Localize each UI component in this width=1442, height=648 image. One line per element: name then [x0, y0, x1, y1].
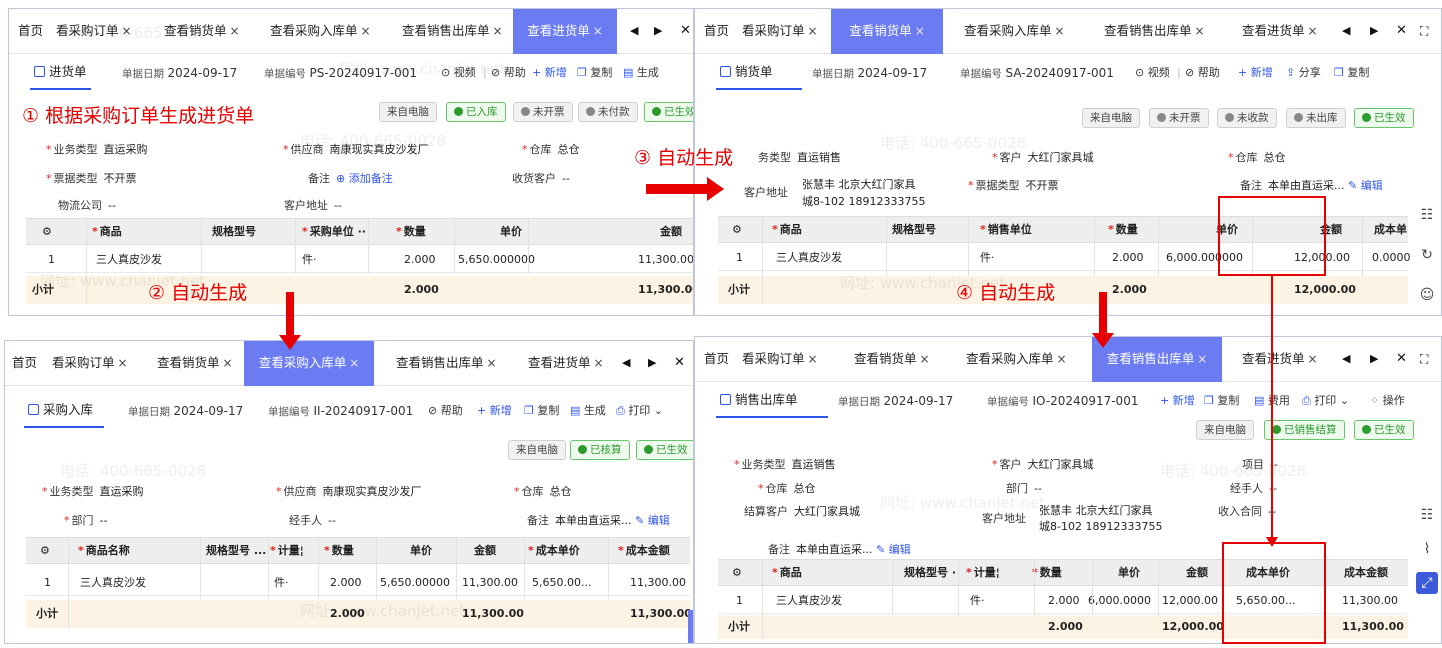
highlight-price	[1218, 196, 1326, 276]
annotation-step2: ② 自动生成	[148, 282, 248, 304]
arrow-down-step2	[279, 292, 301, 350]
annotation-step3: ③ 自动生成	[634, 147, 734, 169]
annotation-step4: ④ 自动生成	[956, 282, 1056, 304]
arrow-down-step4	[1092, 292, 1114, 348]
highlight-cost-price	[1222, 542, 1326, 644]
annotation-step1: ① 根据采购订单生成进货单	[22, 105, 255, 127]
arrow-right-step3	[646, 177, 724, 201]
arrow-price-to-cost	[1266, 276, 1278, 547]
